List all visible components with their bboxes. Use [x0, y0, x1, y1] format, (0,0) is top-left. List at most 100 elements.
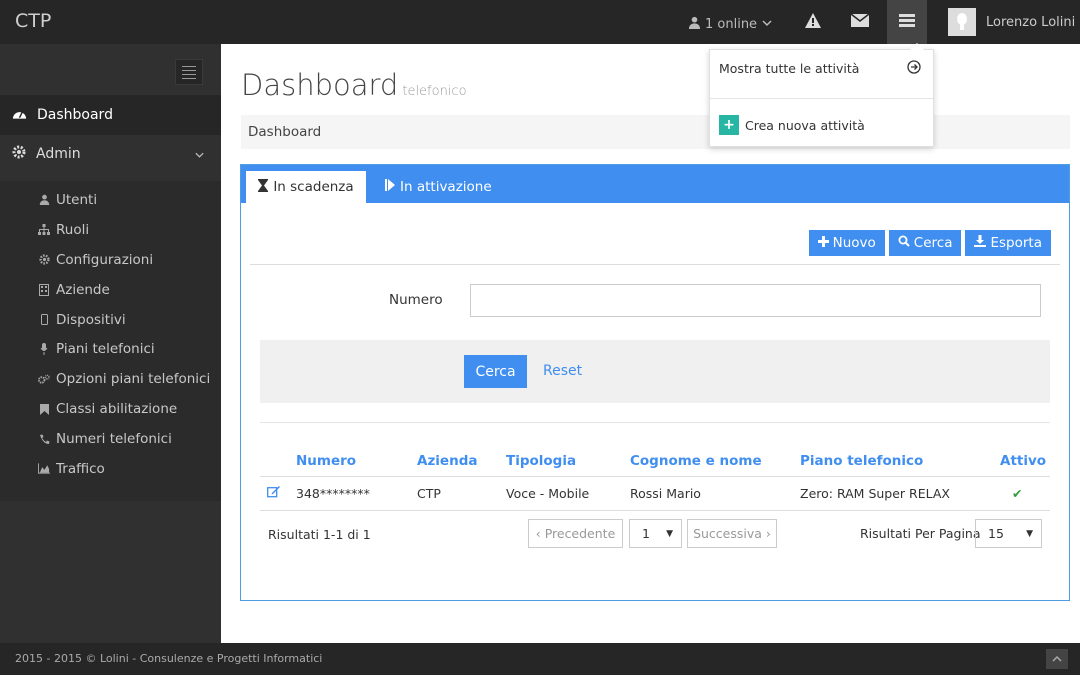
- prev-page-button[interactable]: ‹ Precedente: [528, 519, 623, 548]
- show-all-tasks-link[interactable]: Mostra tutte le attività: [719, 61, 859, 76]
- col-azienda[interactable]: Azienda: [417, 446, 506, 477]
- col-tipologia[interactable]: Tipologia: [506, 446, 630, 477]
- results-count: Risultati 1-1 di 1: [268, 527, 371, 542]
- user-menu[interactable]: Lorenzo Lolini: [948, 0, 1075, 44]
- download-icon: [974, 235, 987, 251]
- sidebar-item-label: Configurazioni: [56, 251, 154, 268]
- sidebar-item-ruoli[interactable]: Ruoli: [0, 215, 221, 245]
- sidebar-item-label: Classi abilitazione: [56, 401, 178, 418]
- messages-button[interactable]: [840, 0, 880, 44]
- online-users-dropdown[interactable]: 1 online: [688, 16, 773, 33]
- envelope-icon: [850, 12, 870, 31]
- next-page-button[interactable]: Successiva ›: [687, 519, 777, 548]
- numero-input[interactable]: [470, 284, 1041, 317]
- caret-down-icon: ▼: [666, 529, 673, 539]
- admin-submenu: Utenti Ruoli Configurazioni Aziende Disposit…: [0, 181, 221, 501]
- cell-piano: Zero: RAM Super RELAX: [800, 476, 1000, 511]
- sidebar-item-opzioni-piani-telefonici[interactable]: Opzioni piani telefonici: [0, 364, 221, 394]
- col-attivo[interactable]: Attivo: [1000, 446, 1050, 477]
- sidebar-item-configurazioni[interactable]: Configurazioni: [0, 245, 221, 275]
- user-icon: [38, 194, 50, 206]
- avatar: [948, 8, 976, 36]
- sidebar-item-dashboard[interactable]: Dashboard: [0, 95, 221, 135]
- table-row: 348******** CTP Voce - Mobile Rossi Mari…: [260, 476, 1050, 511]
- step-forward-icon: [385, 179, 395, 195]
- gears-icon: [38, 373, 50, 385]
- cell-tipologia: Voce - Mobile: [506, 476, 630, 511]
- sidebar-item-label: Piani telefonici: [56, 341, 155, 358]
- numero-label: Numero: [389, 292, 443, 308]
- search-actions-bar: Cerca Reset: [260, 340, 1050, 403]
- online-count-label: 1 online: [705, 17, 758, 32]
- mobile-icon: [38, 314, 50, 326]
- chevron-down-icon: [194, 147, 205, 163]
- sidebar-item-dispositivi[interactable]: Dispositivi: [0, 305, 221, 335]
- tab-in-attivazione[interactable]: In attivazione: [385, 171, 492, 203]
- create-task-link[interactable]: + Crea nuova attività: [719, 115, 865, 135]
- sidebar-item-label: Admin: [36, 146, 81, 162]
- sidebar-item-traffico[interactable]: Traffico: [0, 454, 221, 484]
- cell-numero: 348********: [296, 476, 417, 511]
- dropdown-caret: [910, 43, 924, 50]
- footer-text: 2015 - 2015 © Lolini - Consulenze e Prog…: [15, 652, 323, 665]
- table-header-row: Numero Azienda Tipologia Cognome e nome …: [260, 446, 1050, 477]
- reset-link[interactable]: Reset: [543, 363, 582, 379]
- tasks-button[interactable]: [887, 0, 927, 44]
- sidebar-item-aziende[interactable]: Aziende: [0, 275, 221, 305]
- tasks-dropdown: Mostra tutte le attività + Crea nuova at…: [709, 43, 934, 147]
- cell-azienda: CTP: [417, 476, 506, 511]
- edit-cell: [260, 476, 296, 511]
- sidebar-item-label: Traffico: [56, 460, 105, 477]
- phone-icon: [38, 433, 50, 445]
- new-button[interactable]: Nuovo: [808, 230, 885, 256]
- sidebar-toggle-button[interactable]: [175, 59, 203, 85]
- divider: [710, 98, 933, 99]
- plus-icon: [817, 235, 829, 251]
- chevron-down-icon: [761, 17, 773, 32]
- results-table: Numero Azienda Tipologia Cognome e nome …: [260, 446, 1050, 511]
- edit-icon[interactable]: [267, 486, 281, 501]
- export-button-label: Esporta: [990, 235, 1042, 251]
- col-cognome-nome[interactable]: Cognome e nome: [630, 446, 800, 477]
- search-icon: [898, 235, 910, 251]
- edit-column-header: [260, 446, 296, 477]
- footer: 2015 - 2015 © Lolini - Consulenze e Prog…: [0, 643, 1080, 675]
- divider: [260, 422, 1050, 423]
- tab-label: In attivazione: [400, 179, 492, 195]
- scroll-to-top-button[interactable]: [1046, 649, 1068, 669]
- page-select[interactable]: 1 ▼: [629, 519, 682, 548]
- brand-logo[interactable]: CTP: [15, 10, 51, 32]
- sidebar-item-admin[interactable]: Admin: [0, 135, 221, 173]
- search-toggle-button[interactable]: Cerca: [888, 230, 962, 256]
- top-navbar: CTP 1 online Lorenzo Lolini: [0, 0, 1080, 44]
- main-content: Dashboard telefonico Dashboard In scadenz…: [221, 44, 1080, 643]
- breadcrumb: Dashboard: [241, 115, 1070, 149]
- user-name: Lorenzo Lolini: [986, 14, 1076, 30]
- col-piano-telefonico[interactable]: Piano telefonico: [800, 446, 1000, 477]
- building-icon: [38, 283, 50, 296]
- tab-in-scadenza[interactable]: In scadenza: [246, 171, 366, 203]
- sidebar-item-utenti[interactable]: Utenti: [0, 185, 221, 215]
- per-page-select[interactable]: 15 ▼: [975, 519, 1042, 548]
- sidebar-item-classi-abilitazione[interactable]: Classi abilitazione: [0, 394, 221, 424]
- plus-icon: +: [719, 115, 739, 135]
- sidebar-item-numeri-telefonici[interactable]: Numeri telefonici: [0, 424, 221, 454]
- tab-panel: In scadenza In attivazione Nuovo Cerca E…: [240, 164, 1070, 601]
- cell-nome: Rossi Mario: [630, 476, 800, 511]
- sitemap-icon: [38, 224, 50, 236]
- arrow-circle-right-icon: [907, 60, 921, 78]
- search-submit-button[interactable]: Cerca: [464, 355, 527, 388]
- sidebar-item-label: Numeri telefonici: [56, 431, 172, 448]
- action-toolbar: Nuovo Cerca Esporta: [808, 230, 1051, 256]
- col-numero[interactable]: Numero: [296, 446, 417, 477]
- sidebar-item-label: Opzioni piani telefonici: [56, 371, 211, 388]
- sidebar: Dashboard Admin Utenti Ruoli Configurazion…: [0, 44, 221, 643]
- alerts-button[interactable]: [793, 0, 833, 44]
- page-title: Dashboard telefonico: [241, 68, 467, 102]
- hourglass-icon: [258, 178, 269, 196]
- sidebar-item-piani-telefonici[interactable]: Piani telefonici: [0, 334, 221, 364]
- area-chart-icon: [38, 463, 50, 475]
- export-button[interactable]: Esporta: [965, 230, 1051, 256]
- breadcrumb-item[interactable]: Dashboard: [248, 124, 321, 140]
- sidebar-item-label: Aziende: [56, 281, 110, 298]
